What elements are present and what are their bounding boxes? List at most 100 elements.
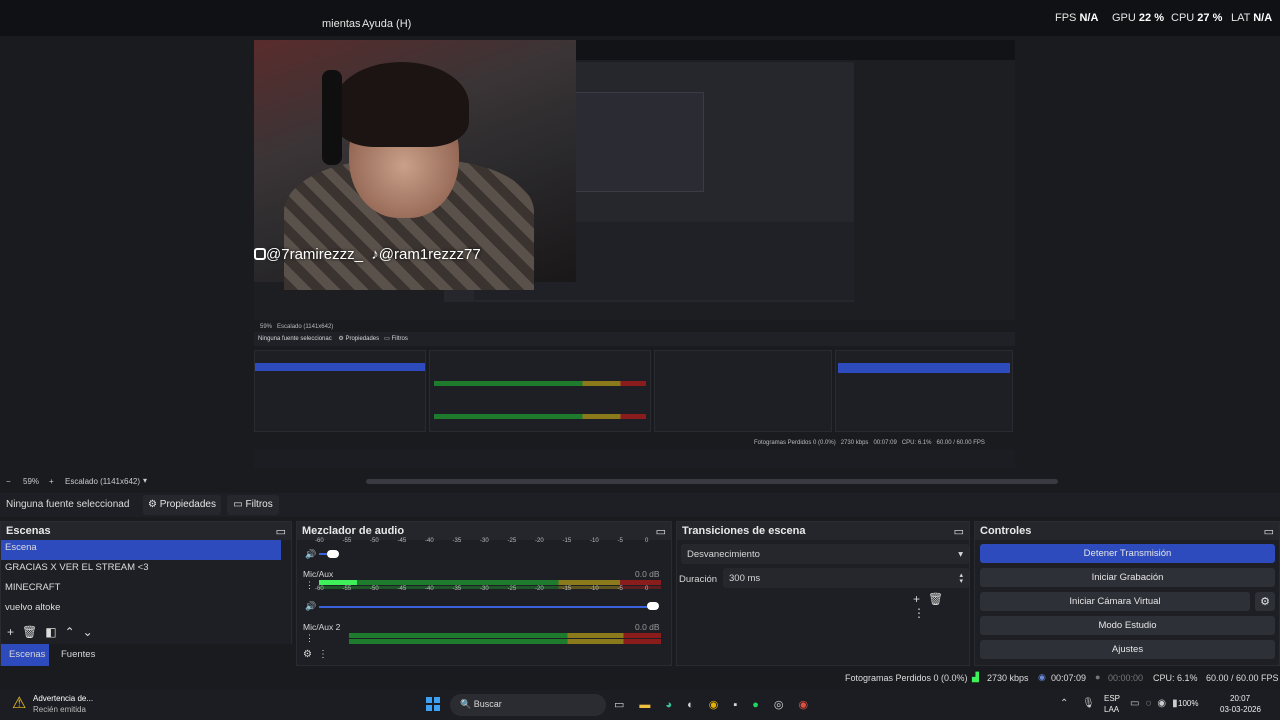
folder-icon[interactable]: ▬ xyxy=(639,699,665,711)
mixer-menu-icon[interactable]: ⋮ xyxy=(318,649,334,660)
menu-help[interactable]: Ayuda (H) xyxy=(362,18,411,30)
chevron-up-icon[interactable]: ⌃ xyxy=(1060,698,1068,709)
undock-icon[interactable]: ▭ xyxy=(656,525,666,538)
volume-icon[interactable]: 🔊 xyxy=(305,549,316,560)
volume-slider[interactable] xyxy=(327,550,339,558)
meter-tick-label: -55 xyxy=(342,586,352,592)
scene-toolbar: +🗑◧⌃⌄ xyxy=(7,625,101,639)
meter-tick-label: -30 xyxy=(480,586,489,592)
controls-panel: Controles ▭ Detener Transmisión Iniciar G… xyxy=(974,521,1280,666)
meter-tick-label: -15 xyxy=(562,538,572,544)
preview-canvas[interactable]: @7ramirezzz_ ♪@ram1rezzz77 59% Escalado … xyxy=(254,40,1015,468)
advanced-audio-icon[interactable]: ⚙ xyxy=(303,649,318,660)
meter-tick-label: -15 xyxy=(562,586,572,592)
scene-item[interactable]: Escena xyxy=(1,540,281,560)
scene-item[interactable]: MINECRAFT xyxy=(1,580,291,600)
cpu-usage: CPU: 6.1% xyxy=(1153,673,1198,683)
taskbar: ⚠ Advertencia de... Recién emitida 🔍 Bus… xyxy=(0,690,1280,720)
menu-tools[interactable]: mientas xyxy=(322,18,361,30)
meter-tick-label: 0 xyxy=(645,586,649,592)
start-recording-button[interactable]: Iniciar Grabación xyxy=(980,568,1275,587)
notification-title[interactable]: Advertencia de... xyxy=(33,694,93,703)
battery-percent: 100% xyxy=(1178,699,1199,708)
scale-label: Escalado (1141x642) xyxy=(65,477,141,486)
fps-status: 60.00 / 60.00 FPS xyxy=(1206,673,1279,683)
duration-spinbox[interactable]: 300 ms ▴ ▾ xyxy=(723,568,969,588)
clock-time[interactable]: 20:07 xyxy=(1230,694,1250,703)
record-icon: ● xyxy=(1095,672,1101,682)
volume-icon[interactable]: 🔊 xyxy=(305,601,316,612)
epic-icon[interactable]: ▪ xyxy=(733,699,752,711)
horizontal-scrollbar[interactable] xyxy=(366,479,1058,484)
scene-item[interactable]: GRACIAS X VER EL STREAM <3 xyxy=(1,560,291,580)
meter-tick-label: 0 xyxy=(645,538,649,544)
channel-name: Mic/Aux 2 xyxy=(303,622,341,632)
channel-db: 0.0 dB xyxy=(635,622,660,632)
add-icon[interactable]: + xyxy=(7,625,22,639)
kebab-menu-icon[interactable]: ⋮ xyxy=(305,633,314,644)
transition-select[interactable]: Desvanecimiento ▾ xyxy=(681,544,969,564)
channel-name: Mic/Aux xyxy=(303,569,334,579)
search-input[interactable]: 🔍 Buscar xyxy=(450,694,606,716)
scene-item[interactable]: vuelvo altoke xyxy=(1,600,291,620)
meter-tick-label: -35 xyxy=(452,538,462,544)
spin-icon[interactable]: ▴ ▾ xyxy=(959,572,963,585)
volume-slider[interactable] xyxy=(647,602,659,610)
spotify-icon[interactable]: ● xyxy=(752,699,774,711)
filter-icon[interactable]: ◧ xyxy=(45,625,64,639)
undock-icon[interactable]: ▭ xyxy=(954,525,964,538)
transitions-title: Transiciones de escena ▭ xyxy=(677,522,969,540)
obs-icon[interactable]: ◎ xyxy=(774,699,799,711)
edge-icon[interactable]: ◕ xyxy=(665,699,687,711)
tray-icons[interactable]: ▭◌◉▮ xyxy=(1130,698,1184,709)
gpu-stat: GPU 22 % xyxy=(1112,12,1164,24)
kebab-menu-icon[interactable]: ⋮ xyxy=(913,606,933,620)
dock-tabs: Escenas Fuentes xyxy=(1,644,293,666)
virtual-camera-button[interactable]: Iniciar Cámara Virtual xyxy=(980,592,1250,611)
meter-tick-label: -20 xyxy=(535,538,544,544)
tab-sources[interactable]: Fuentes xyxy=(53,644,101,666)
windows-start-icon[interactable] xyxy=(426,697,440,711)
filters-button[interactable]: ▭ Filtros xyxy=(227,495,279,515)
bitrate: 2730 kbps xyxy=(987,673,1029,683)
meter-tick-label: -45 xyxy=(397,538,407,544)
gear-icon[interactable]: ⚙ xyxy=(1255,592,1275,611)
zoom-out-button[interactable]: − xyxy=(6,477,11,486)
mic-icon[interactable]: 🎙 xyxy=(1082,698,1095,709)
inner-source-bar: Ninguna fuente seleccionac ⚙ Propiedades… xyxy=(254,332,1015,346)
chrome-icon[interactable]: ◉ xyxy=(799,699,824,711)
meter-ticks: -60 -55 -50 -45 -40 -35 -30 -25 -20 -15 -10 -5 0 xyxy=(315,538,660,548)
tab-scenes[interactable]: Escenas xyxy=(1,644,49,666)
down-icon[interactable]: ⌄ xyxy=(83,625,101,639)
zoom-in-button[interactable]: + xyxy=(49,477,54,486)
scale-dropdown-icon[interactable]: ▾ xyxy=(143,476,147,485)
chrome-icon[interactable]: ◉ xyxy=(709,699,734,711)
up-icon[interactable]: ⌃ xyxy=(65,625,83,639)
instagram-handle: @7ramirezzz_ ♪@ram1rezzz77 xyxy=(254,246,481,263)
app-icon[interactable]: ◐ xyxy=(687,699,709,711)
studio-mode-button[interactable]: Modo Estudio xyxy=(980,616,1275,635)
meter-tick-label: -20 xyxy=(535,586,544,592)
inner-scenes xyxy=(254,350,426,432)
trash-icon[interactable]: 🗑 xyxy=(22,625,45,639)
stop-stream-button[interactable]: Detener Transmisión xyxy=(980,544,1275,563)
kebab-menu-icon[interactable]: ⋮ xyxy=(305,580,314,591)
undock-icon[interactable]: ▭ xyxy=(1264,525,1274,538)
lang-layout: LAA xyxy=(1104,705,1120,714)
notification-subtitle: Recién emitida xyxy=(33,705,86,714)
inner-controls xyxy=(835,350,1013,432)
channel-db: 0.0 dB xyxy=(635,569,660,579)
undock-icon[interactable]: ▭ xyxy=(276,525,286,538)
add-icon[interactable]: + xyxy=(913,592,928,606)
stream-time: 00:07:09 xyxy=(1051,673,1087,683)
trash-icon[interactable]: 🗑 xyxy=(928,592,951,606)
lang-code[interactable]: ESP xyxy=(1104,694,1120,703)
task-view-icon[interactable]: ▭ xyxy=(614,699,639,711)
chevron-down-icon: ▾ xyxy=(958,549,963,560)
settings-button[interactable]: Ajustes xyxy=(980,640,1275,659)
filter-icon: ▭ xyxy=(233,499,243,510)
properties-button[interactable]: ⚙ Propiedades xyxy=(143,495,221,515)
meter-tick-label: -40 xyxy=(425,586,434,592)
signal-icon: ▟ xyxy=(972,672,979,682)
taskbar-apps: ▭▬◕◐◉▪●◎◉ xyxy=(614,698,823,711)
